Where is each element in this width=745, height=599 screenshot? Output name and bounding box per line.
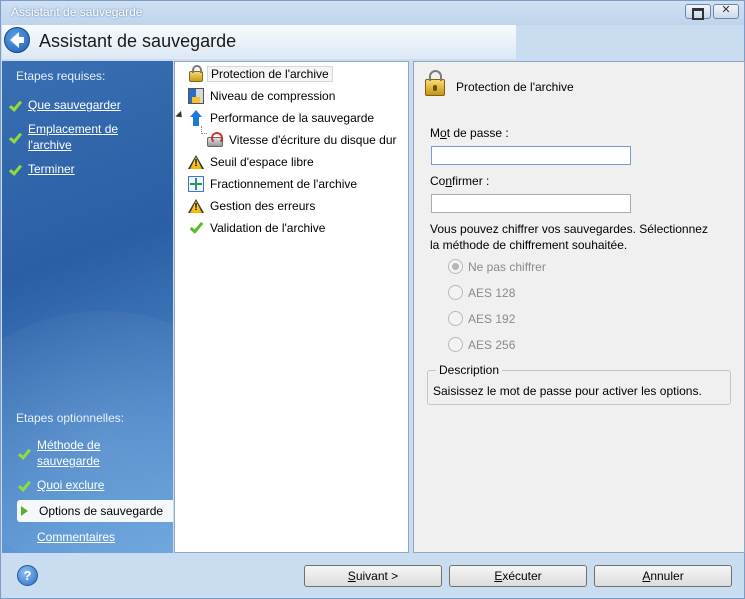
check-icon bbox=[19, 447, 31, 459]
help-button[interactable]: ? bbox=[17, 565, 38, 586]
maximize-icon bbox=[686, 6, 710, 20]
maximize-button[interactable] bbox=[685, 4, 711, 19]
close-button[interactable]: ✕ bbox=[713, 4, 739, 19]
tree-connector-line bbox=[201, 126, 207, 134]
step-link[interactable]: Terminer bbox=[28, 161, 75, 177]
radio-label: AES 256 bbox=[468, 338, 516, 352]
check-icon bbox=[19, 479, 31, 491]
page-title: Assistant de sauvegarde bbox=[39, 31, 237, 51]
password-label: Mot de passe : bbox=[430, 126, 509, 140]
radio-indicator bbox=[448, 285, 463, 300]
backup-wizard-window: Assistant de sauvegarde ✕ Assistant de s… bbox=[0, 0, 745, 599]
lock-icon bbox=[189, 65, 203, 82]
radio-label: AES 128 bbox=[468, 286, 516, 300]
wizard-header: Assistant de sauvegarde bbox=[2, 25, 516, 59]
info-line: Vous pouvez chiffrer vos sauvegardes. Sé… bbox=[430, 222, 708, 236]
steps-panel: Etapes requises: Que sauvegarder Emplace… bbox=[2, 61, 173, 553]
title-bar: Assistant de sauvegarde ✕ bbox=[1, 1, 744, 25]
step-link[interactable]: Commentaires bbox=[37, 529, 115, 545]
radio-indicator bbox=[448, 311, 463, 326]
check-icon bbox=[188, 220, 204, 236]
required-steps-title: Etapes requises: bbox=[16, 69, 106, 83]
step-backup-options[interactable]: Options de sauvegarde bbox=[17, 500, 173, 522]
description-text: Saisissez le mot de passe pour activer l… bbox=[433, 384, 702, 398]
back-button[interactable] bbox=[4, 27, 30, 53]
help-icon: ? bbox=[23, 568, 32, 583]
password-input[interactable] bbox=[431, 146, 631, 165]
tree-item-label: Gestion des erreurs bbox=[210, 199, 316, 213]
radio-indicator bbox=[448, 259, 463, 274]
description-group: Description Saisissez le mot de passe po… bbox=[427, 363, 731, 405]
step-link-line2[interactable]: l'archive bbox=[28, 137, 72, 153]
step-link[interactable]: Quoi exclure bbox=[37, 477, 104, 493]
step-link-line1[interactable]: Méthode de bbox=[37, 437, 100, 453]
step-link[interactable]: Que sauvegarder bbox=[28, 97, 121, 113]
encryption-info-text: Vous pouvez chiffrer vos sauvegardes. Sé… bbox=[430, 221, 730, 253]
tree-item-label: Protection de l'archive bbox=[207, 66, 333, 82]
radio-indicator bbox=[448, 337, 463, 352]
next-button[interactable]: Suivant > bbox=[304, 565, 442, 587]
radio-label: Ne pas chiffrer bbox=[468, 260, 546, 274]
cancel-button[interactable]: Annuler bbox=[594, 565, 732, 587]
disk-icon bbox=[207, 132, 223, 147]
step-label: Options de sauvegarde bbox=[39, 504, 164, 518]
radio-label: AES 192 bbox=[468, 312, 516, 326]
step-link-line1[interactable]: Emplacement de bbox=[28, 121, 118, 137]
info-line: la méthode de chiffrement souhaitée. bbox=[430, 238, 628, 252]
tree-item-label: Validation de l'archive bbox=[210, 221, 326, 235]
accesskey: S bbox=[347, 569, 356, 583]
warning-icon bbox=[188, 154, 204, 170]
tree-item-label: Niveau de compression bbox=[210, 89, 336, 103]
padlock-icon bbox=[425, 70, 445, 96]
compression-icon bbox=[188, 88, 204, 104]
optional-steps-title: Etapes optionnelles: bbox=[16, 411, 125, 425]
details-panel: Protection de l'archive Mot de passe : C… bbox=[413, 61, 745, 553]
tree-item-label: Vitesse d'écriture du disque dur bbox=[229, 133, 397, 147]
button-label: uivant > bbox=[355, 569, 399, 583]
tree-item-label: Seuil d'espace libre bbox=[210, 155, 314, 169]
check-icon bbox=[10, 99, 22, 111]
confirm-password-input[interactable] bbox=[431, 194, 631, 213]
step-link-line2[interactable]: sauvegarde bbox=[37, 453, 100, 469]
execute-button[interactable]: Exécuter bbox=[449, 565, 587, 587]
confirm-label: Confirmer : bbox=[430, 174, 490, 188]
description-title: Description bbox=[436, 363, 503, 377]
button-label: nnuler bbox=[650, 569, 684, 583]
details-title: Protection de l'archive bbox=[456, 80, 574, 94]
window-title: Assistant de sauvegarde bbox=[11, 5, 143, 19]
split-icon bbox=[188, 176, 204, 192]
current-step-arrow-icon bbox=[21, 506, 28, 516]
button-label: xécuter bbox=[502, 569, 542, 583]
close-icon: ✕ bbox=[721, 4, 731, 16]
arrow-up-icon bbox=[188, 110, 204, 126]
back-arrow-icon bbox=[10, 32, 24, 48]
tree-item-label: Performance de la sauvegarde bbox=[210, 111, 375, 125]
tree-item-label: Fractionnement de l'archive bbox=[210, 177, 358, 191]
warning-icon bbox=[188, 198, 204, 214]
check-icon bbox=[10, 131, 22, 143]
options-tree: Protection de l'archive Niveau de compre… bbox=[174, 61, 409, 553]
check-icon bbox=[10, 163, 22, 175]
